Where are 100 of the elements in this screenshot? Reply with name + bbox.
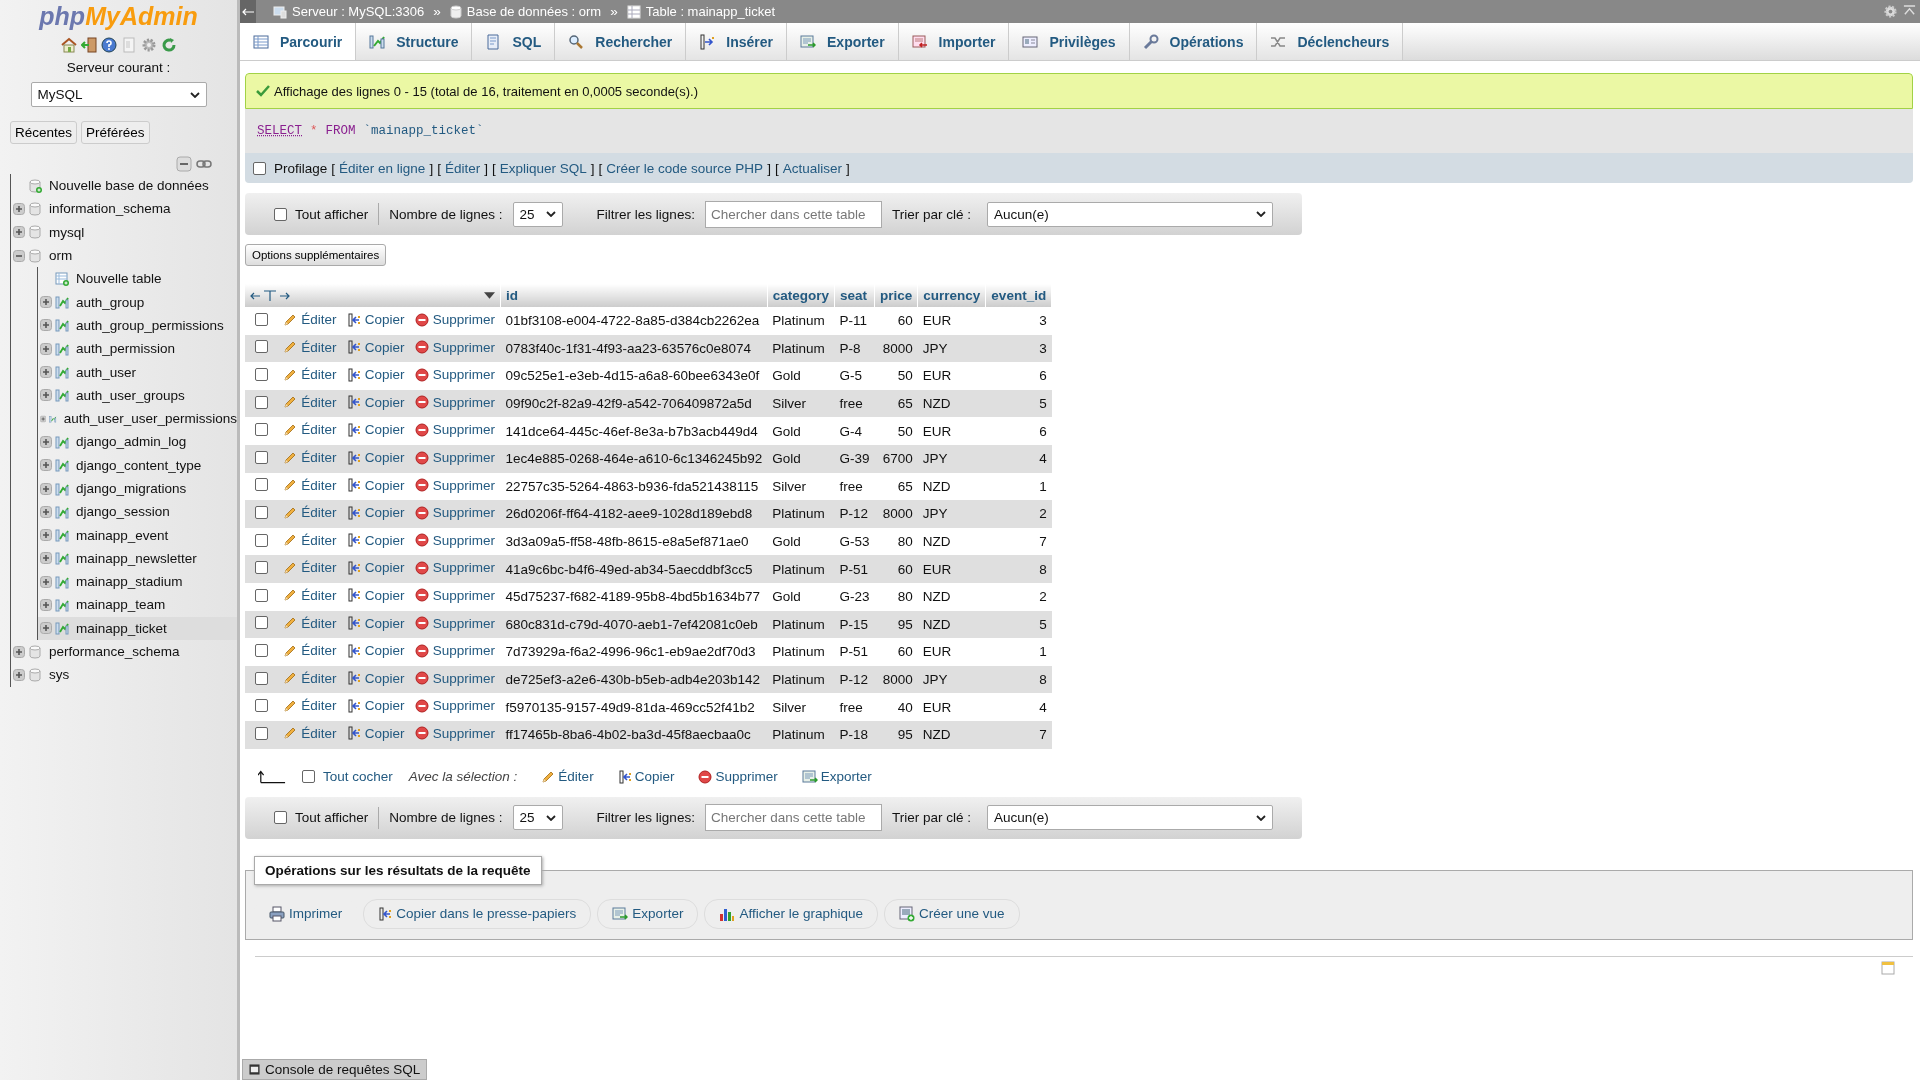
column-header[interactable]: seat xyxy=(834,284,875,307)
checkbox[interactable] xyxy=(255,450,268,464)
column-header[interactable]: price xyxy=(874,284,918,307)
tree-item[interactable]: mainapp_newsletter xyxy=(76,550,197,566)
column-resize-arrows-icon[interactable] xyxy=(250,289,290,302)
collapse-icon[interactable] xyxy=(13,249,25,262)
tree-row[interactable]: auth_user xyxy=(38,360,237,384)
delete-link[interactable]: Supprimer xyxy=(414,532,496,548)
copy-link[interactable]: Copier xyxy=(346,698,405,714)
operation-button[interactable]: Créer une vue xyxy=(884,898,1020,929)
checkbox[interactable] xyxy=(274,207,287,221)
tree-item[interactable]: auth_user_groups xyxy=(76,387,185,403)
show-all-label[interactable]: Tout afficher xyxy=(295,810,369,825)
tree-item[interactable]: auth_group xyxy=(76,294,145,310)
tree-item[interactable]: django_admin_log xyxy=(76,434,187,450)
edit-link[interactable]: Éditer xyxy=(283,588,337,603)
filter-field[interactable]: Chercher dans cette table xyxy=(704,200,882,228)
edit-link[interactable]: Éditer xyxy=(283,532,337,548)
breadcrumb-link[interactable]: Serveur : MySQL:3306 xyxy=(292,4,425,19)
tree-row[interactable]: django_admin_log xyxy=(38,430,237,454)
tree-item[interactable]: information_schema xyxy=(49,201,171,217)
tree-row[interactable]: mainapp_team xyxy=(38,593,237,617)
edit-link[interactable]: Éditer xyxy=(283,422,337,438)
checkbox[interactable] xyxy=(255,312,268,326)
query-link[interactable]: Éditer xyxy=(444,160,481,176)
checkbox[interactable] xyxy=(255,423,268,437)
tree-row[interactable]: performance_schema xyxy=(11,639,237,664)
expand-icon[interactable] xyxy=(40,482,52,495)
link-icon[interactable] xyxy=(196,159,212,169)
extra-options-button[interactable]: Options supplémentaires xyxy=(245,244,387,266)
rows-select[interactable]: 25 xyxy=(512,805,563,830)
column-header[interactable]: category xyxy=(767,284,835,307)
expand-icon[interactable] xyxy=(40,459,52,472)
expand-icon[interactable] xyxy=(13,226,25,239)
operation-button[interactable]: Copier dans le presse-papiers xyxy=(363,898,592,929)
checkbox[interactable] xyxy=(255,699,268,713)
edit-link[interactable]: Éditer xyxy=(283,698,337,714)
tree-row[interactable]: auth_group xyxy=(38,290,237,314)
tree-item[interactable]: auth_user xyxy=(76,364,137,380)
tree-row[interactable]: django_session xyxy=(38,500,237,524)
expand-icon[interactable] xyxy=(40,296,52,309)
edit-link[interactable]: Éditer xyxy=(283,312,337,328)
checkbox[interactable] xyxy=(302,770,315,783)
tree-row[interactable]: Nouvelle base de données xyxy=(11,174,237,198)
tree-row[interactable]: information_schema xyxy=(11,197,237,221)
checkbox[interactable] xyxy=(255,395,268,409)
copy-link[interactable]: Copier xyxy=(346,643,405,659)
profiling-label[interactable]: Profilage xyxy=(274,160,328,176)
selection-action[interactable]: Éditer xyxy=(541,769,594,784)
edit-link[interactable]: Éditer xyxy=(283,477,337,493)
collapse-up-icon[interactable] xyxy=(1903,5,1916,18)
tree-row[interactable]: sys xyxy=(11,663,237,687)
logo[interactable]: phpMyAdmin xyxy=(0,0,237,31)
sort-select[interactable]: Aucun(e) xyxy=(986,201,1273,227)
delete-link[interactable]: Supprimer xyxy=(414,588,496,603)
operation-button[interactable]: Exporter xyxy=(597,898,699,929)
tree-item[interactable]: mainapp_stadium xyxy=(76,574,183,590)
expand-icon[interactable] xyxy=(40,435,52,448)
delete-link[interactable]: Supprimer xyxy=(414,477,496,493)
tree-item[interactable]: auth_group_permissions xyxy=(76,317,224,333)
tree-item[interactable]: Nouvelle base de données xyxy=(49,178,209,194)
checkbox[interactable] xyxy=(255,588,268,602)
checkbox[interactable] xyxy=(255,340,268,354)
tree-item[interactable]: mainapp_team xyxy=(76,597,166,613)
checkbox[interactable] xyxy=(255,533,268,547)
dropdown-triangle-icon[interactable] xyxy=(484,292,495,299)
tree-item[interactable]: django_session xyxy=(76,504,170,520)
delete-link[interactable]: Supprimer xyxy=(414,698,496,714)
tab[interactable]: Déclencheurs xyxy=(1257,23,1404,60)
tab[interactable]: Privilèges xyxy=(1009,23,1130,60)
expand-icon[interactable] xyxy=(40,599,52,611)
delete-link[interactable]: Supprimer xyxy=(414,312,496,328)
checkbox[interactable] xyxy=(255,616,268,630)
tree-row[interactable]: auth_user_user_permissions xyxy=(38,406,237,431)
help-icon[interactable] xyxy=(100,37,117,53)
tab[interactable]: Structure xyxy=(356,23,473,60)
show-all-label[interactable]: Tout afficher xyxy=(295,206,369,222)
checkbox[interactable] xyxy=(255,671,268,685)
tree-row[interactable]: mainapp_ticket xyxy=(38,616,237,640)
copy-link[interactable]: Copier xyxy=(346,477,405,493)
tree-item[interactable]: django_content_type xyxy=(76,457,202,473)
tree-item[interactable]: auth_permission xyxy=(76,341,176,357)
checkbox[interactable] xyxy=(255,478,268,492)
sidebar-button[interactable]: Récentes xyxy=(10,121,78,144)
sidebar-button[interactable]: Préférées xyxy=(81,121,150,144)
server-select[interactable]: MySQL xyxy=(30,82,207,107)
query-link[interactable]: Créer le code source PHP xyxy=(606,160,764,176)
expand-icon[interactable] xyxy=(40,529,52,542)
expand-icon[interactable] xyxy=(40,412,47,425)
checkbox[interactable] xyxy=(255,643,268,657)
selection-action[interactable]: Exporter xyxy=(801,769,872,784)
home-icon[interactable] xyxy=(60,37,77,53)
checkbox[interactable] xyxy=(255,726,268,740)
tab[interactable]: Importer xyxy=(898,23,1010,60)
checkbox[interactable] xyxy=(274,811,287,824)
tree-item[interactable]: sys xyxy=(49,667,70,683)
tree-row[interactable]: mainapp_event xyxy=(38,523,237,547)
expand-icon[interactable] xyxy=(40,575,52,588)
expand-icon[interactable] xyxy=(40,622,52,635)
expand-icon[interactable] xyxy=(13,668,25,681)
